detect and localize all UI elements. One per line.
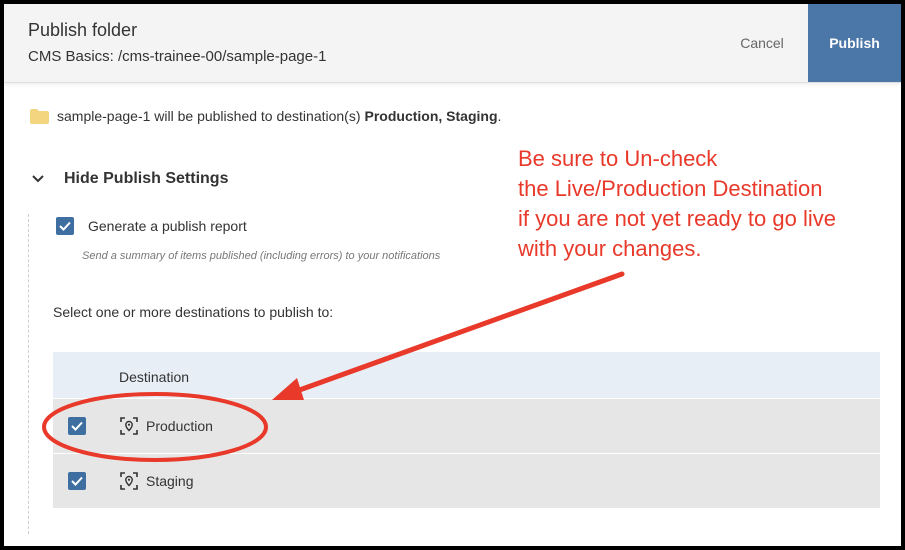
annotation-overlay: [42, 271, 625, 462]
annotation-arrow-head: [272, 378, 304, 400]
annotation-arrow-shaft: [291, 271, 625, 395]
annotation-circle: [42, 392, 268, 462]
publish-dialog: Publish folder CMS Basics: /cms-trainee-…: [4, 4, 901, 546]
